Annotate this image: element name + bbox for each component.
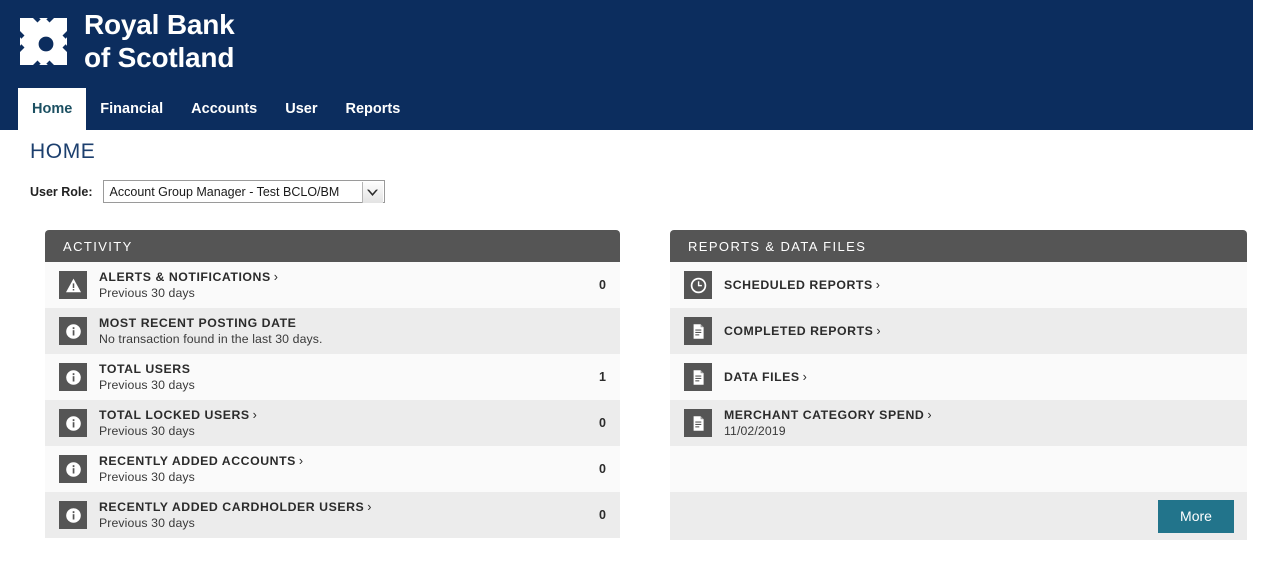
activity-row[interactable]: RECENTLY ADDED CARDHOLDER USERS › Previous… <box>45 492 620 538</box>
activity-row-title-text: ALERTS & NOTIFICATIONS <box>99 270 271 284</box>
info-circle-icon <box>59 409 87 437</box>
activity-row-text: RECENTLY ADDED CARDHOLDER USERS › Previous… <box>99 500 560 530</box>
reports-row-text: COMPLETED REPORTS › <box>724 324 1233 338</box>
info-circle-icon <box>59 455 87 483</box>
activity-row-subtitle: Previous 30 days <box>99 424 195 438</box>
activity-panel: ACTIVITY ALERTS & NOTIFICATIONS › Previous… <box>45 230 620 538</box>
activity-row-subtitle: No transaction found in the last 30 days… <box>99 332 323 346</box>
activity-row-text: MOST RECENT POSTING DATE No transaction f… <box>99 316 560 346</box>
activity-row-text: ALERTS & NOTIFICATIONS › Previous 30 days <box>99 270 560 300</box>
activity-row[interactable]: RECENTLY ADDED ACCOUNTS › Previous 30 days… <box>45 446 620 492</box>
activity-row-title-text: RECENTLY ADDED ACCOUNTS <box>99 454 296 468</box>
activity-row-text: TOTAL USERS Previous 30 days <box>99 362 560 392</box>
more-button[interactable]: More <box>1158 499 1234 533</box>
activity-row-title: TOTAL LOCKED USERS › <box>99 408 560 422</box>
chevron-right-icon: › <box>273 270 278 284</box>
activity-row-count: 0 <box>599 278 606 292</box>
activity-row-count: 0 <box>599 416 606 430</box>
reports-row-text: SCHEDULED REPORTS › <box>724 278 1233 292</box>
chevron-right-icon: › <box>298 454 304 468</box>
activity-row-title-text: RECENTLY ADDED CARDHOLDER USERS <box>99 500 365 514</box>
user-role-selected-value: Account Group Manager - Test BCLO/BM <box>109 184 340 199</box>
reports-row[interactable]: SCHEDULED REPORTS › <box>670 262 1247 308</box>
user-role-label: User Role: <box>30 184 93 199</box>
nav-tab-reports[interactable]: Reports <box>331 88 414 130</box>
activity-row-subtitle: Previous 30 days <box>99 378 195 392</box>
activity-row[interactable]: ALERTS & NOTIFICATIONS › Previous 30 days 0 <box>45 262 620 308</box>
info-circle-icon <box>59 363 87 391</box>
reports-row-title: SCHEDULED REPORTS › <box>724 278 1233 292</box>
reports-row-text: DATA FILES › <box>724 370 1233 384</box>
reports-row-list: SCHEDULED REPORTS › COMPLETED REPORTS › DATA… <box>670 262 1247 446</box>
reports-row-title-text: MERCHANT CATEGORY SPEND <box>724 408 925 422</box>
brand-title-line1: Royal Bank <box>84 9 235 40</box>
page-content: HOME User Role: Account Group Manager - … <box>0 130 1262 564</box>
document-icon <box>684 363 712 391</box>
chevron-right-icon: › <box>252 408 257 422</box>
nav-tab-home[interactable]: Home <box>18 88 87 130</box>
main-navigation: Home Financial Accounts User Reports <box>0 88 1253 130</box>
reports-row-title-text: SCHEDULED REPORTS <box>724 278 873 292</box>
user-role-select[interactable]: Account Group Manager - Test BCLO/BM <box>102 180 385 203</box>
brand-title-line2: of Scotland <box>84 42 235 73</box>
warning-triangle-icon <box>59 271 87 299</box>
reports-row-text: MERCHANT CATEGORY SPEND › 11/02/2019 <box>724 408 1233 438</box>
brand-title: Royal Bank of Scotland <box>84 8 235 74</box>
reports-row-title: DATA FILES › <box>724 370 1233 384</box>
activity-row-title-text: TOTAL USERS <box>99 362 191 376</box>
reports-panel-footer: More <box>670 492 1247 540</box>
reports-row-title: COMPLETED REPORTS › <box>724 324 1233 338</box>
activity-row[interactable]: TOTAL USERS Previous 30 days 1 <box>45 354 620 400</box>
info-circle-icon <box>59 317 87 345</box>
nav-tab-accounts[interactable]: Accounts <box>177 88 271 130</box>
reports-row[interactable]: DATA FILES › <box>670 354 1247 400</box>
activity-row-title-text: MOST RECENT POSTING DATE <box>99 316 297 330</box>
activity-row-count: 0 <box>599 462 606 476</box>
chevron-right-icon: › <box>876 324 881 338</box>
reports-row[interactable]: COMPLETED REPORTS › <box>670 308 1247 354</box>
chevron-right-icon: › <box>875 278 880 292</box>
reports-row[interactable]: MERCHANT CATEGORY SPEND › 11/02/2019 <box>670 400 1247 446</box>
nav-tab-list: Home Financial Accounts User Reports <box>18 88 414 130</box>
activity-row-text: RECENTLY ADDED ACCOUNTS › Previous 30 days <box>99 454 560 484</box>
reports-panel-spacer <box>670 446 1247 492</box>
reports-row-title-text: COMPLETED REPORTS <box>724 324 874 338</box>
reports-row-title: MERCHANT CATEGORY SPEND › <box>724 408 1233 422</box>
reports-row-subtitle: 11/02/2019 <box>724 424 786 438</box>
reports-row-title-text: DATA FILES <box>724 370 800 384</box>
document-icon <box>684 317 712 345</box>
activity-row-count: 1 <box>599 370 606 384</box>
nav-tab-user[interactable]: User <box>271 88 331 130</box>
activity-row[interactable]: TOTAL LOCKED USERS › Previous 30 days 0 <box>45 400 620 446</box>
chevron-down-icon[interactable] <box>361 182 383 203</box>
rbs-daisy-wheel-icon <box>14 12 78 76</box>
activity-row-list: ALERTS & NOTIFICATIONS › Previous 30 days 0… <box>45 262 620 538</box>
document-icon <box>684 409 712 437</box>
brand-header: Royal Bank of Scotland <box>0 0 1253 88</box>
user-role-row: User Role: Account Group Manager - Test … <box>30 180 385 203</box>
reports-panel: REPORTS & DATA FILES SCHEDULED REPORTS › C… <box>670 230 1247 540</box>
clock-icon <box>684 271 712 299</box>
activity-row-title: TOTAL USERS <box>99 362 560 376</box>
activity-row-title: MOST RECENT POSTING DATE <box>99 316 560 330</box>
reports-panel-header: REPORTS & DATA FILES <box>670 230 1247 262</box>
chevron-right-icon: › <box>367 500 372 514</box>
chevron-right-icon: › <box>802 370 807 384</box>
activity-row-title: RECENTLY ADDED CARDHOLDER USERS › <box>99 500 560 514</box>
activity-row-subtitle: Previous 30 days <box>99 286 195 300</box>
activity-row-title: RECENTLY ADDED ACCOUNTS › <box>99 454 560 468</box>
activity-panel-header: ACTIVITY <box>45 230 620 262</box>
activity-row-subtitle: Previous 30 days <box>99 516 195 530</box>
page-title: HOME <box>30 140 96 163</box>
chevron-right-icon: › <box>927 408 932 422</box>
info-circle-icon <box>59 501 87 529</box>
activity-row-count: 0 <box>599 508 606 522</box>
activity-row-subtitle: Previous 30 days <box>99 470 195 484</box>
activity-row[interactable]: MOST RECENT POSTING DATE No transaction f… <box>45 308 620 354</box>
activity-row-text: TOTAL LOCKED USERS › Previous 30 days <box>99 408 560 438</box>
activity-row-title: ALERTS & NOTIFICATIONS › <box>99 270 560 284</box>
activity-row-title-text: TOTAL LOCKED USERS <box>99 408 250 422</box>
nav-tab-financial[interactable]: Financial <box>86 88 177 130</box>
